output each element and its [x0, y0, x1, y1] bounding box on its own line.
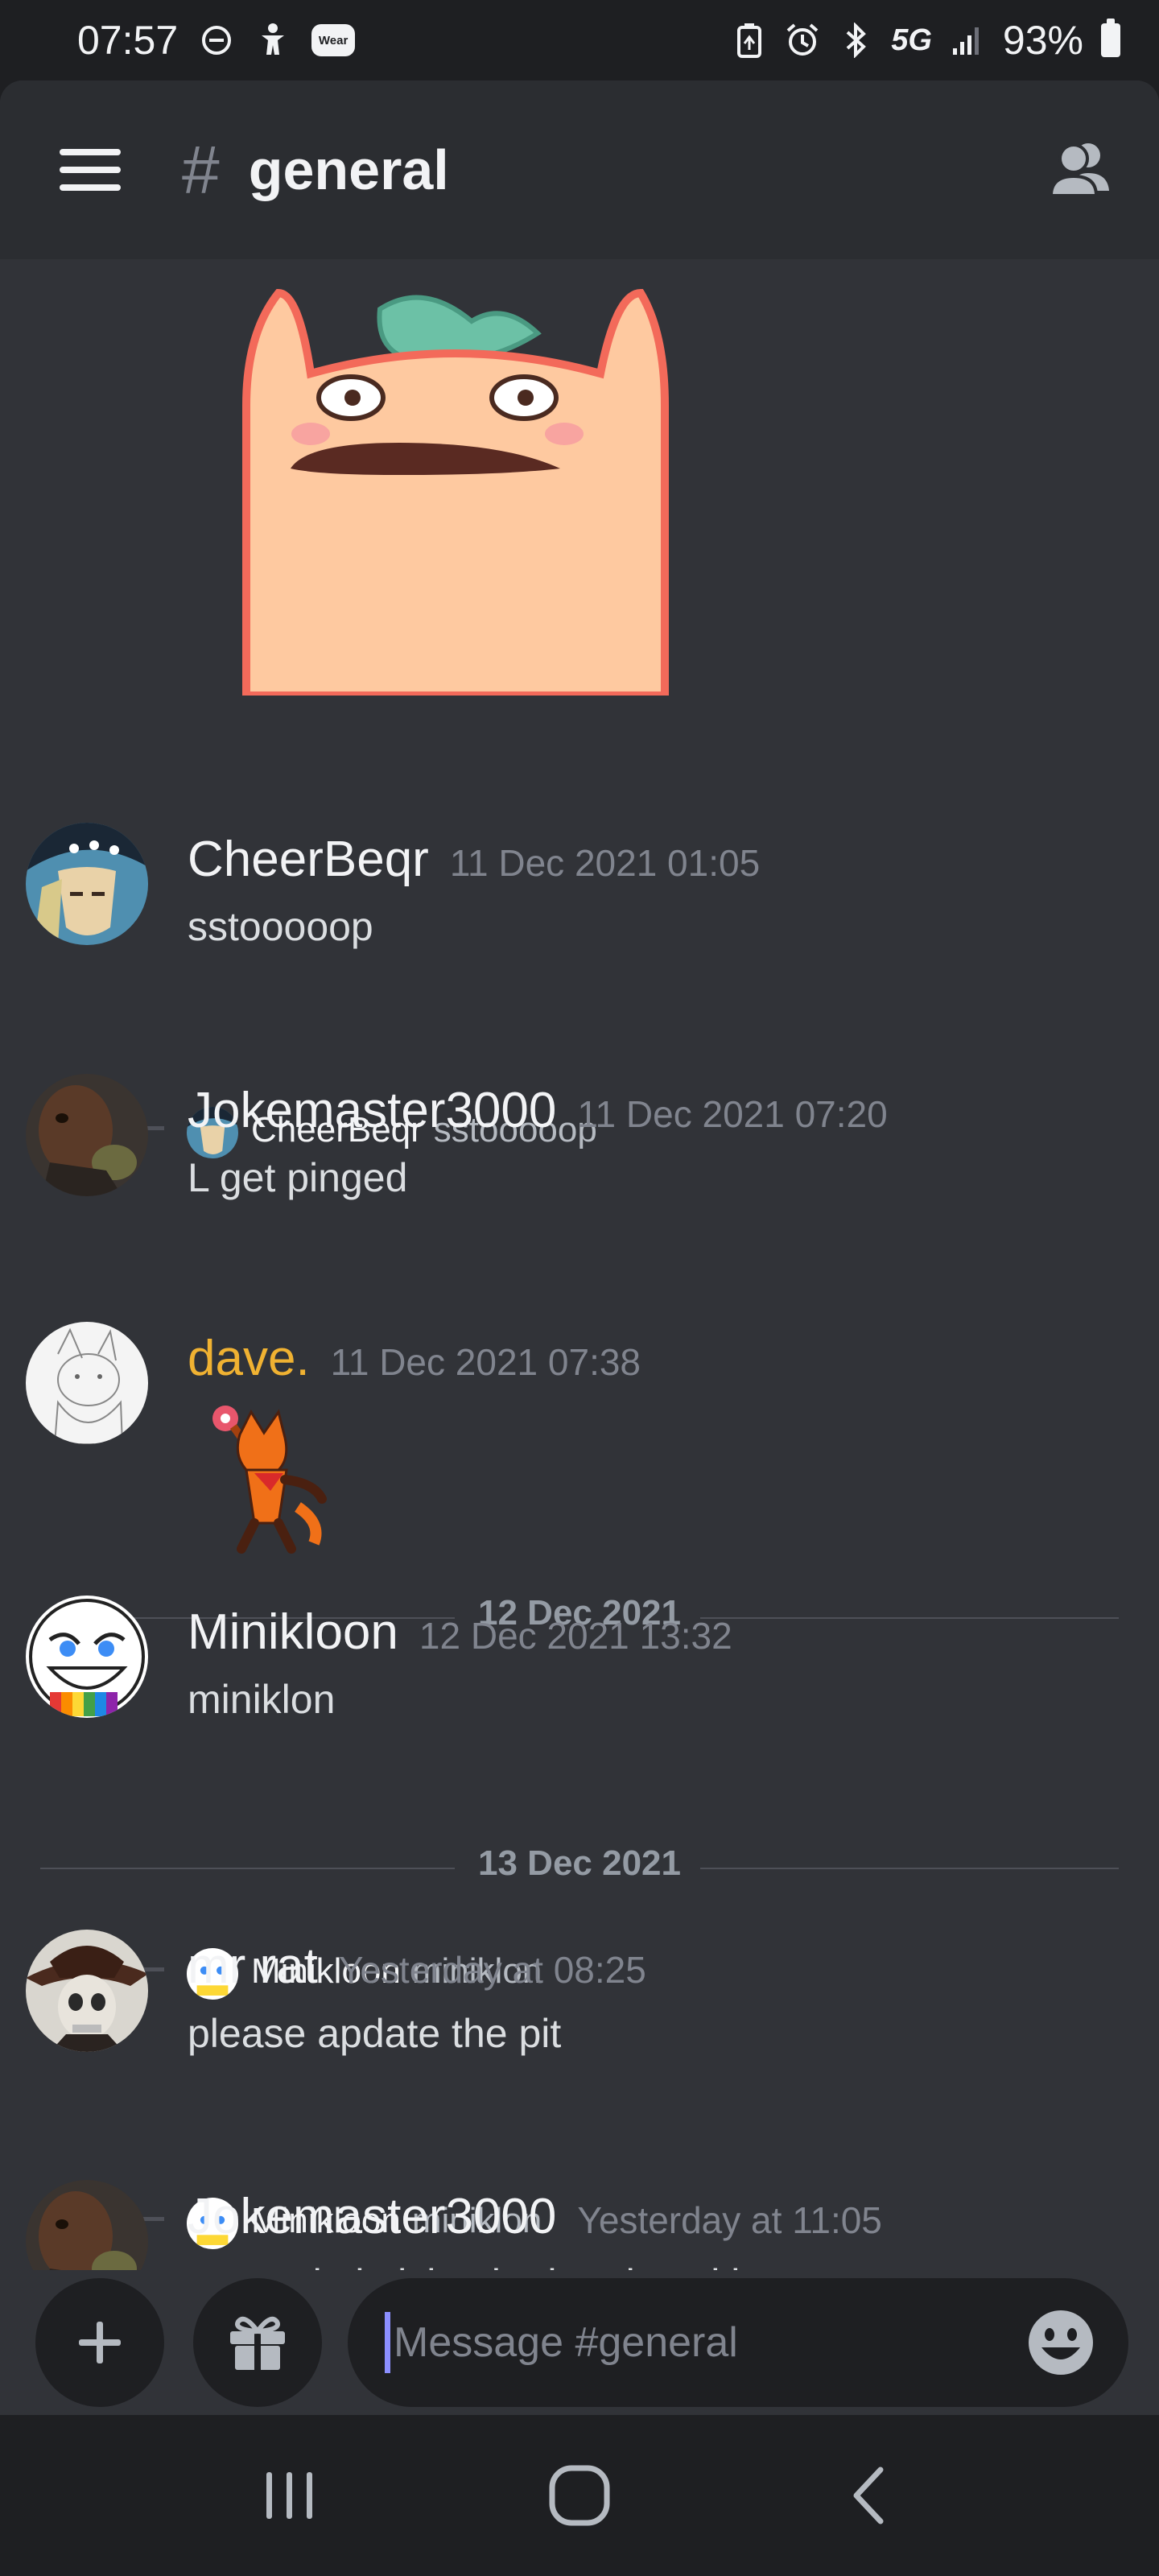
- avatar[interactable]: [26, 1074, 148, 1196]
- home-icon: [549, 2465, 610, 2526]
- message-composer: [0, 2270, 1159, 2415]
- avatar[interactable]: [26, 1930, 148, 2052]
- message-username[interactable]: Jokemaster3000 Yesterday at 11:05: [188, 2188, 882, 2245]
- sticker-image[interactable]: [238, 285, 673, 696]
- message-username[interactable]: dave. 11 Dec 2021 07:38: [188, 1330, 641, 1387]
- avatar[interactable]: [26, 1322, 148, 1444]
- message-text: sstooooop: [188, 904, 373, 949]
- message-text: L get pinged: [188, 1155, 408, 1200]
- message-text: please apdate the pit: [188, 2011, 562, 2056]
- message-timestamp: 11 Dec 2021 07:20: [577, 1093, 888, 1135]
- status-time: 07:57: [77, 18, 179, 63]
- message-input[interactable]: [394, 2318, 1025, 2367]
- message-list[interactable]: CheerBeqr 11 Dec 2021 01:05 sstooooop Che…: [0, 259, 1159, 2270]
- hamburger-menu-icon[interactable]: [60, 149, 121, 191]
- username-text[interactable]: Jokemaster3000: [188, 1083, 556, 1138]
- text-caret: [385, 2312, 390, 2373]
- alarm-icon: [785, 23, 820, 58]
- signal-icon: [950, 23, 985, 58]
- username-text[interactable]: mr rat: [188, 1938, 318, 1994]
- message-username[interactable]: mr rat Yesterday at 08:25: [188, 1938, 646, 1995]
- message-username[interactable]: CheerBeqr 11 Dec 2021 01:05: [188, 831, 760, 888]
- message-timestamp: Yesterday at 08:25: [338, 1949, 646, 1991]
- message-timestamp: 12 Dec 2021 13:32: [419, 1615, 732, 1657]
- emoji-icon[interactable]: [1025, 2307, 1096, 2378]
- username-text[interactable]: Minikloon: [188, 1604, 398, 1660]
- channel-header: # general: [0, 80, 1159, 259]
- gift-button[interactable]: [193, 2278, 322, 2407]
- network-label: 5G: [891, 23, 932, 57]
- system-nav-bar: [0, 2415, 1159, 2576]
- battery-icon: [1101, 19, 1120, 57]
- gift-icon: [230, 2317, 285, 2370]
- sticker-image[interactable]: [201, 1402, 338, 1555]
- discord-app: # general CheerBeqr 11 Dec 2021 01:05 ss…: [0, 80, 1159, 2415]
- date-divider-label: 13 Dec 2021: [478, 1843, 681, 1883]
- home-button[interactable]: [523, 2447, 636, 2544]
- message-text: omg rel nimiclon in da rel conklav: [188, 2260, 782, 2270]
- avatar[interactable]: [26, 1596, 148, 1718]
- minus-circle-icon: [199, 23, 234, 58]
- battery-percent: 93%: [1002, 18, 1083, 63]
- channel-title[interactable]: general: [249, 138, 449, 202]
- message-timestamp: 11 Dec 2021 01:05: [449, 842, 761, 884]
- bluetooth-icon: [838, 23, 873, 58]
- message-text: miniklon: [188, 1677, 336, 1722]
- username-text[interactable]: Jokemaster3000: [188, 2189, 556, 2244]
- plus-icon: [79, 2322, 121, 2363]
- message-timestamp: 11 Dec 2021 07:38: [330, 1341, 641, 1383]
- wear-icon: Wear: [311, 24, 356, 56]
- message-input-container[interactable]: [348, 2278, 1128, 2407]
- members-icon[interactable]: [1043, 138, 1114, 202]
- battery-saver-icon: [732, 23, 767, 58]
- username-text[interactable]: dave.: [188, 1331, 310, 1386]
- message-username[interactable]: Minikloon 12 Dec 2021 13:32: [188, 1604, 732, 1661]
- status-bar: 07:57 Wear 5G 93%: [0, 0, 1159, 80]
- back-icon: [853, 2467, 884, 2524]
- add-attachment-button[interactable]: [35, 2278, 164, 2407]
- accessibility-icon: [255, 23, 291, 58]
- username-text[interactable]: CheerBeqr: [188, 832, 429, 887]
- back-button[interactable]: [813, 2447, 926, 2544]
- message-timestamp: Yesterday at 11:05: [577, 2199, 882, 2241]
- date-divider: 13 Dec 2021: [40, 1843, 1119, 1892]
- recents-icon: [266, 2472, 312, 2519]
- recents-button[interactable]: [233, 2447, 346, 2544]
- avatar[interactable]: [26, 823, 148, 945]
- channel-hash-icon: #: [182, 132, 220, 208]
- message-username[interactable]: Jokemaster3000 11 Dec 2021 07:20: [188, 1082, 888, 1139]
